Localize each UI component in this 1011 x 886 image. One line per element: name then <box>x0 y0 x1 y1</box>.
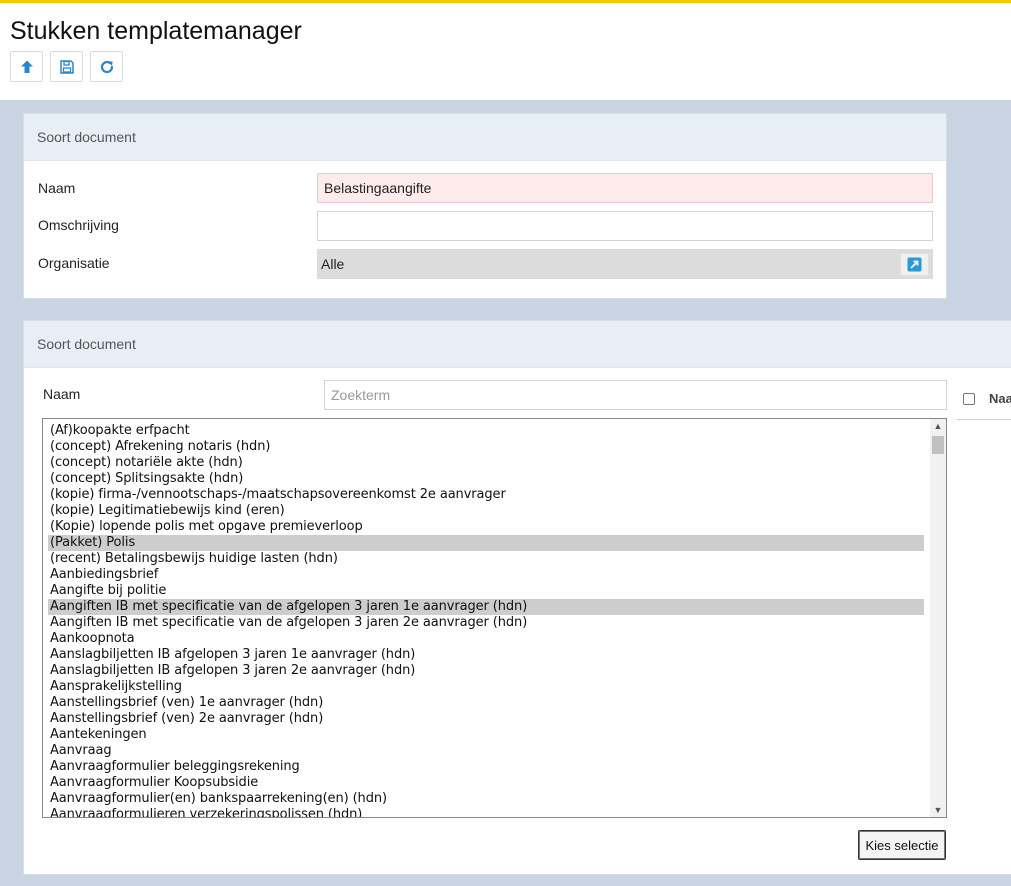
list-item[interactable]: Aansprakelijkstelling <box>48 679 924 695</box>
scroll-down-arrow-icon[interactable]: ▼ <box>930 803 946 817</box>
document-type-listbox[interactable]: (Af)koopakte erfpacht (concept) Afrekenin… <box>42 418 947 818</box>
list-item[interactable]: Aanvraag <box>48 743 924 759</box>
list-item[interactable]: Aangiften IB met specificatie van de afg… <box>48 599 924 615</box>
naam-input[interactable] <box>324 180 932 196</box>
list-item[interactable]: Aanbiedingsbrief <box>48 567 924 583</box>
move-up-button[interactable] <box>10 51 43 82</box>
list-item[interactable]: (concept) notariële akte (hdn) <box>48 455 924 471</box>
page-title: Stukken templatemanager <box>10 17 302 45</box>
external-link-icon <box>907 257 922 272</box>
list-item[interactable]: Aanvraagformulieren verzekeringspolissen… <box>48 807 924 817</box>
list-item[interactable]: Aanvraagformulier(en) bankspaarrekening(… <box>48 791 924 807</box>
list-item[interactable]: (kopie) firma-/vennootschaps-/maatschaps… <box>48 487 924 503</box>
omschrijving-input[interactable] <box>324 218 932 234</box>
organisatie-field: Alle <box>317 249 933 279</box>
scroll-thumb[interactable] <box>932 436 944 454</box>
list-item[interactable]: Aantekeningen <box>48 727 924 743</box>
list-item[interactable]: Aanvraagformulier Koopsubsidie <box>48 775 924 791</box>
toolbar <box>10 51 123 82</box>
list-item[interactable]: (Af)koopakte erfpacht <box>48 423 924 439</box>
list-item[interactable]: (concept) Afrekening notaris (hdn) <box>48 439 924 455</box>
list-naam-label: Naam <box>43 386 81 402</box>
list-item[interactable]: (Kopie) lopende polis met opgave premiev… <box>48 519 924 535</box>
organisatie-pick-button[interactable] <box>900 253 929 276</box>
top-bar: Stukken templatemanager <box>0 0 1011 100</box>
list-item[interactable]: Aangifte bij politie <box>48 583 924 599</box>
kies-selectie-button[interactable]: Kies selectie <box>858 830 946 860</box>
list-item[interactable]: (recent) Betalingsbewijs huidige lasten … <box>48 551 924 567</box>
list-item[interactable]: Aanstellingsbrief (ven) 1e aanvrager (hd… <box>48 695 924 711</box>
list-item[interactable]: Aanstellingsbrief (ven) 2e aanvrager (hd… <box>48 711 924 727</box>
select-all-checkbox[interactable] <box>963 393 975 405</box>
panel-header: Soort document <box>24 114 946 161</box>
list-item[interactable]: Aangiften IB met specificatie van de afg… <box>48 615 924 631</box>
list-item[interactable]: Aankoopnota <box>48 631 924 647</box>
save-button[interactable] <box>50 51 83 82</box>
organisatie-value: Alle <box>321 256 345 272</box>
column-header-naam[interactable]: Naa <box>989 391 1011 406</box>
omschrijving-field[interactable] <box>317 211 933 241</box>
list-item[interactable]: Aanslagbiljetten IB afgelopen 3 jaren 2e… <box>48 663 924 679</box>
list-item[interactable]: Aanslagbiljetten IB afgelopen 3 jaren 1e… <box>48 647 924 663</box>
save-icon <box>59 59 74 74</box>
list-item[interactable]: (Pakket) Polis <box>48 535 924 551</box>
listbox-items: (Af)koopakte erfpacht (concept) Afrekenin… <box>48 423 924 817</box>
naam-label: Naam <box>38 180 76 196</box>
list-item[interactable]: (kopie) Legitimatiebewijs kind (eren) <box>48 503 924 519</box>
refresh-icon <box>100 60 113 73</box>
refresh-button[interactable] <box>90 51 123 82</box>
search-field[interactable] <box>324 380 947 410</box>
list-item[interactable]: Aanvraagformulier beleggingsrekening <box>48 759 924 775</box>
organisatie-label: Organisatie <box>38 255 110 271</box>
column-divider <box>957 419 1011 420</box>
naam-field[interactable] <box>317 173 933 203</box>
arrow-up-icon <box>20 60 33 73</box>
omschrijving-label: Omschrijving <box>38 217 119 233</box>
list-item[interactable]: (concept) Splitsingsakte (hdn) <box>48 471 924 487</box>
search-input[interactable] <box>331 387 946 403</box>
listbox-scrollbar[interactable]: ▲ ▼ <box>930 419 946 817</box>
scroll-up-arrow-icon[interactable]: ▲ <box>930 419 946 433</box>
panel-header: Soort document <box>24 321 1011 368</box>
